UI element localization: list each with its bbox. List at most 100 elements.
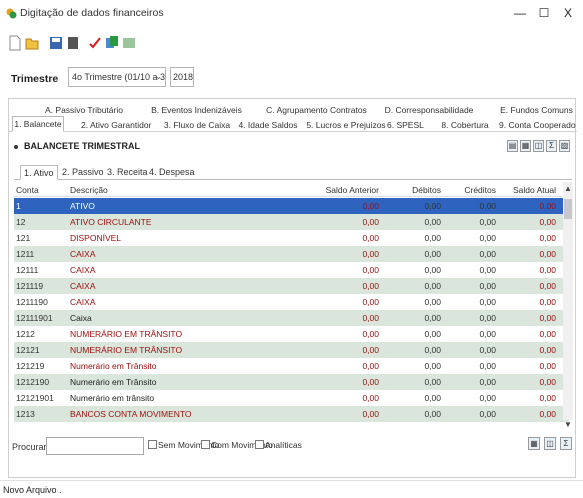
tab-idade-saldos[interactable]: 4. Idade Saldos <box>237 118 299 132</box>
cell-conta: 121119 <box>16 281 44 291</box>
tab-passivo-tributario[interactable]: A. Passivo Tributário <box>39 103 129 117</box>
tab-conta-cooperado[interactable]: 9. Conta Cooperado <box>499 118 576 132</box>
export-icon[interactable] <box>122 35 136 51</box>
cell-saldo-anterior: 0,00 <box>362 233 379 243</box>
cell-conta: 12111 <box>16 265 39 275</box>
table-row[interactable]: 1212 NUMERÁRIO EM TRÂNSITO 0,00 0,00 0,00 0,0… <box>14 326 569 342</box>
year-field[interactable]: 2018 <box>170 67 194 87</box>
table-row[interactable]: 12 ATIVO CIRCULANTE 0,00 0,00 0,00 0,00 <box>14 214 569 230</box>
tab-agrupamento-contratos[interactable]: C. Agrupamento Contratos <box>264 103 369 117</box>
cell-saldo-anterior: 0,00 <box>362 265 379 275</box>
header-descricao[interactable]: Descrição <box>70 185 108 195</box>
table-row[interactable]: 121119 CAIXA 0,00 0,00 0,00 0,00 <box>14 278 569 294</box>
cell-saldo-atual: 0,00 <box>539 217 556 227</box>
bullet-icon <box>14 144 18 149</box>
search-input[interactable] <box>46 437 144 455</box>
cell-conta: 12111901 <box>16 313 53 323</box>
subtab-despesa[interactable]: 4. Despesa <box>146 165 198 180</box>
new-file-icon[interactable] <box>8 35 22 51</box>
table-row[interactable]: 1211 CAIXA 0,00 0,00 0,00 0,00 <box>14 246 569 262</box>
minimize-button[interactable]: — <box>509 4 531 22</box>
print-icon[interactable]: ▤ <box>507 140 518 152</box>
sum-icon[interactable]: Σ <box>560 437 572 450</box>
cell-conta: 1212 <box>16 329 35 339</box>
tab-fundos-comuns[interactable]: E. Fundos Comuns <box>499 103 574 117</box>
cell-saldo-anterior: 0,00 <box>362 361 379 371</box>
cell-debitos: 0,00 <box>424 377 441 387</box>
cell-descricao: BANCOS CONTA MOVIMENTO <box>70 409 192 419</box>
grid-body: 1 ATIVO 0,00 0,00 0,00 0,00 12 ATIVO CIRCULANTE… <box>14 198 569 422</box>
cell-descricao: Numerário em trânsito <box>70 393 155 403</box>
table-row[interactable]: 12121 NUMERÁRIO EM TRÂNSITO 0,00 0,00 0,00 0,… <box>14 342 569 358</box>
maximize-button[interactable]: ☐ <box>533 4 555 22</box>
check-icon[interactable] <box>88 35 102 51</box>
cell-debitos: 0,00 <box>424 249 441 259</box>
checkbox-box[interactable] <box>255 440 264 449</box>
table-row[interactable]: 1213 BANCOS CONTA MOVIMENTO 0,00 0,00 0,00 0,… <box>14 406 569 422</box>
tab-corresponsabilidade[interactable]: D. Corresponsabilidade <box>379 103 479 117</box>
import-icon[interactable]: ◫ <box>533 140 544 152</box>
cell-descricao: DISPONÍVEL <box>70 233 122 243</box>
cell-saldo-atual: 0,00 <box>539 297 556 307</box>
excel-icon[interactable]: ▦ <box>520 140 531 152</box>
subtab-ativo[interactable]: 1. Ativo <box>20 165 58 180</box>
balancete-grid: Conta Descrição Saldo Anterior Débitos C… <box>14 183 569 438</box>
tab-ativo-garantidor[interactable]: 2. Ativo Garantidor <box>81 118 151 132</box>
table-row[interactable]: 12111 CAIXA 0,00 0,00 0,00 0,00 <box>14 262 569 278</box>
header-conta[interactable]: Conta <box>16 185 39 195</box>
cell-creditos: 0,00 <box>479 281 496 291</box>
tab-fluxo-de-caixa[interactable]: 3. Fluxo de Caixa <box>161 118 233 132</box>
section-title: BALANCETE TRIMESTRAL <box>14 141 140 151</box>
cell-saldo-atual: 0,00 <box>539 377 556 387</box>
checkbox-box[interactable] <box>148 440 157 449</box>
table-row[interactable]: 121 DISPONÍVEL 0,00 0,00 0,00 0,00 <box>14 230 569 246</box>
cell-conta: 121219 <box>16 361 45 371</box>
cell-saldo-anterior: 0,00 <box>362 409 379 419</box>
tab-cobertura[interactable]: 8. Cobertura <box>439 118 491 132</box>
cell-conta: 12121901 <box>16 393 54 403</box>
cell-descricao: CAIXA <box>70 297 96 307</box>
table-row[interactable]: 12121901 Numerário em trânsito 0,00 0,00 0,0… <box>14 390 569 406</box>
checkbox-box[interactable] <box>201 440 210 449</box>
cell-descricao: Caixa <box>70 313 92 323</box>
cell-debitos: 0,00 <box>424 393 441 403</box>
table-row[interactable]: 12111901 Caixa 0,00 0,00 0,00 0,00 <box>14 310 569 326</box>
close-button[interactable]: X <box>557 4 579 22</box>
tab-eventos-indenizaveis[interactable]: B. Eventos Indenizáveis <box>149 103 244 117</box>
excel-icon[interactable]: ▦ <box>528 437 540 450</box>
tab-lucros-prejuizos[interactable]: 5. Lucros e Prejuizos <box>303 118 389 132</box>
subtab-receita[interactable]: 3. Receita <box>104 165 151 180</box>
header-creditos[interactable]: Créditos <box>464 185 496 195</box>
cell-creditos: 0,00 <box>479 361 496 371</box>
open-folder-icon[interactable] <box>25 35 39 51</box>
cell-saldo-atual: 0,00 <box>539 361 556 371</box>
cell-conta: 1 <box>16 201 21 211</box>
scroll-down-icon[interactable]: ▼ <box>563 420 573 429</box>
copy-icon[interactable] <box>105 35 119 51</box>
table-row[interactable]: 1211190 CAIXA 0,00 0,00 0,00 0,00 <box>14 294 569 310</box>
header-saldo-anterior[interactable]: Saldo Anterior <box>326 185 379 195</box>
checkbox-analiticas[interactable]: Analíticas <box>255 440 302 450</box>
cell-saldo-atual: 0,00 <box>539 281 556 291</box>
delete-icon[interactable] <box>66 35 80 51</box>
header-saldo-atual[interactable]: Saldo Atual <box>513 185 556 195</box>
cell-conta: 1211190 <box>16 297 48 307</box>
header-debitos[interactable]: Débitos <box>412 185 441 195</box>
tab-spesl[interactable]: 6. SPESL <box>387 118 424 132</box>
table-row[interactable]: 1212190 Numerário em Trânsito 0,00 0,00 0,00… <box>14 374 569 390</box>
scroll-thumb[interactable] <box>564 199 572 219</box>
cell-saldo-atual: 0,00 <box>539 329 556 339</box>
cell-creditos: 0,00 <box>479 377 496 387</box>
save-icon[interactable] <box>49 35 63 51</box>
main-window: Digitação de dados financeiros — ☐ X Tri… <box>0 0 583 498</box>
trimestre-select[interactable]: 4o Trimestre (01/10 a 31/12) ⌄ <box>68 67 166 87</box>
table-row[interactable]: 1 ATIVO 0,00 0,00 0,00 0,00 <box>14 198 569 214</box>
export-excel-icon[interactable]: ▨ <box>559 140 570 152</box>
subtab-passivo[interactable]: 2. Passivo <box>59 165 107 180</box>
sum-icon[interactable]: Σ <box>546 140 557 152</box>
import-icon[interactable]: ◫ <box>544 437 556 450</box>
table-row[interactable]: 121219 Numerário em Trânsito 0,00 0,00 0,00 0… <box>14 358 569 374</box>
scroll-up-icon[interactable]: ▲ <box>563 184 573 193</box>
tab-balancete[interactable]: 1. Balancete <box>12 116 64 132</box>
cell-saldo-anterior: 0,00 <box>362 313 379 323</box>
